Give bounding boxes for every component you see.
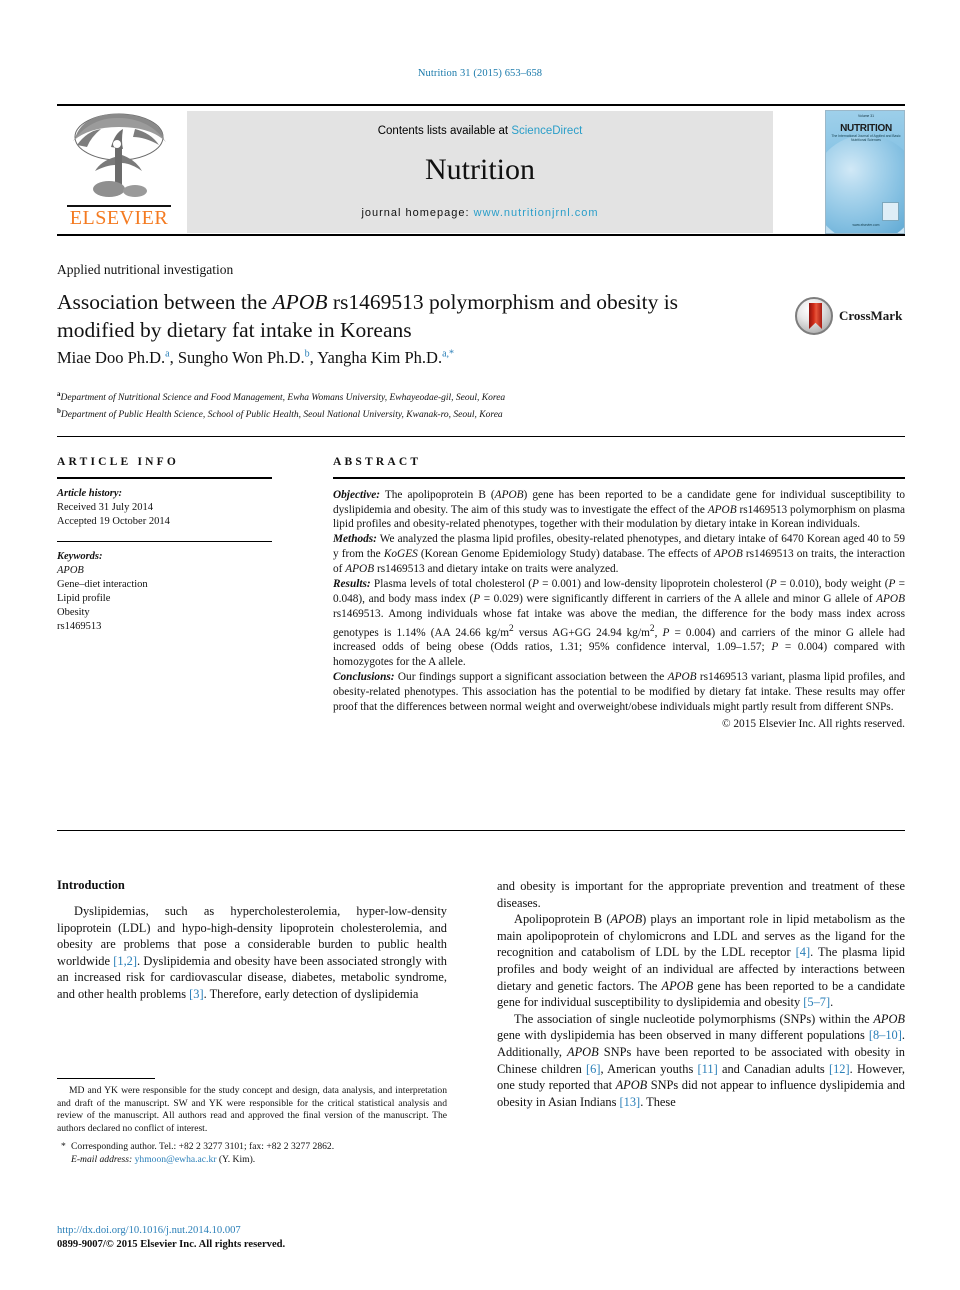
keywords-label: Keywords: xyxy=(57,550,103,562)
abstract-conclusions-label: Conclusions: xyxy=(333,671,395,684)
article-info-column: ARTICLE INFO Article history: Received 3… xyxy=(57,456,272,634)
article-accepted-date: Accepted 19 October 2014 xyxy=(57,515,170,527)
footnote-email-line: E-mail address: yhmoon@ewha.ac.kr (Y. Ki… xyxy=(57,1154,447,1167)
footnote-block: MD and YK were responsible for the study… xyxy=(57,1085,447,1167)
abstract-bottom-divider xyxy=(57,830,905,831)
author-1-name: Miae Doo Ph.D. xyxy=(57,348,166,367)
keyword-item: Lipid profile xyxy=(57,592,111,604)
intro-paragraph-4: The association of single nucleotide pol… xyxy=(497,1011,905,1109)
author-list: Miae Doo Ph.D.a, Sungho Won Ph.D.b, Yang… xyxy=(57,348,455,367)
running-head: Nutrition 31 (2015) 653–658 xyxy=(417,68,543,79)
keyword-item: APOB xyxy=(57,564,84,576)
contents-prefix: Contents lists available at xyxy=(377,125,509,137)
title-gene-name: APOB xyxy=(272,290,328,314)
affiliation-a-text: Department of Nutritional Science and Fo… xyxy=(60,393,506,404)
homepage-url-link[interactable]: www.nutritionjrnl.com xyxy=(474,207,599,219)
article-info-heading: ARTICLE INFO xyxy=(57,456,180,468)
email-label: E-mail address: xyxy=(71,1153,133,1165)
affiliation-list: aDepartment of Nutritional Science and F… xyxy=(57,388,697,422)
header-divider xyxy=(57,436,905,437)
elsevier-wordmark: ELSEVIER xyxy=(69,207,169,229)
introduction-heading: Introduction xyxy=(57,878,125,892)
abstract-rule xyxy=(333,477,905,479)
page-title: Association between the APOB rs1469513 p… xyxy=(57,288,697,344)
article-section-label: Applied nutritional investigation xyxy=(57,262,234,277)
doi-block: http://dx.doi.org/10.1016/j.nut.2014.10.… xyxy=(57,1224,285,1252)
email-link[interactable]: yhmoon@ewha.ac.kr xyxy=(135,1154,217,1165)
crossmark-circle-icon xyxy=(795,297,833,335)
crossmark-ribbon-icon xyxy=(809,303,822,329)
keyword-item: Gene–diet interaction xyxy=(57,578,148,590)
abstract-objective: Objective: The apolipoprotein B (APOB) g… xyxy=(333,488,905,533)
abstract-objective-label: Objective: xyxy=(333,488,381,501)
homepage-line: journal homepage: www.nutritionjrnl.com xyxy=(187,207,773,219)
asterisk-icon: * xyxy=(61,1141,66,1153)
elsevier-logo: ELSEVIER xyxy=(59,111,179,233)
masthead-panel: Contents lists available at ScienceDirec… xyxy=(187,111,773,233)
keyword-item: rs1469513 xyxy=(57,620,102,632)
affiliation-b-text: Department of Public Health Science, Sch… xyxy=(60,410,503,421)
sciencedirect-link[interactable]: ScienceDirect xyxy=(511,125,582,137)
email-owner: (Y. Kim). xyxy=(218,1153,256,1165)
cover-bottom-line: www.elsevier.com xyxy=(852,223,880,227)
body-column-left: Introduction Dyslipidemias, such as hype… xyxy=(57,878,447,1003)
article-title-block: Association between the APOB rs1469513 p… xyxy=(57,288,697,344)
title-part-1: Association between the xyxy=(57,290,273,314)
journal-title: Nutrition xyxy=(425,153,535,186)
issn-copyright-line: 0899-9007/© 2015 Elsevier Inc. All right… xyxy=(57,1239,286,1250)
article-info-separator xyxy=(57,540,272,542)
intro-paragraph-2-continued: and obesity is important for the appropr… xyxy=(497,879,905,910)
doi-link[interactable]: http://dx.doi.org/10.1016/j.nut.2014.10.… xyxy=(57,1224,285,1238)
abstract-conclusions-text: Our findings support a significant assoc… xyxy=(333,671,905,714)
crossmark-label: CrossMark xyxy=(839,308,903,323)
contents-line: Contents lists available at ScienceDirec… xyxy=(187,125,773,137)
crossmark-badge[interactable]: CrossMark xyxy=(795,297,911,337)
footnote-corresponding-text: Corresponding author. Tel.: +82 2 3277 3… xyxy=(71,1141,335,1153)
elsevier-tree-icon xyxy=(73,113,166,197)
affiliation-b: bDepartment of Public Health Science, Sc… xyxy=(57,405,697,422)
author-2-name: Sungho Won Ph.D. xyxy=(177,348,305,367)
abstract-body: Objective: The apolipoprotein B (APOB) g… xyxy=(333,488,905,732)
cover-subtitle: The International Journal of Applied and… xyxy=(831,134,901,142)
paper-page: Nutrition 31 (2015) 653–658 ELSEVIER Con… xyxy=(0,0,960,1290)
journal-cover-thumbnail: Volume 31 NUTRITION The International Jo… xyxy=(825,110,905,234)
article-history-group: Article history: Received 31 July 2014 A… xyxy=(57,487,272,529)
keyword-item: Obesity xyxy=(57,606,90,618)
journal-masthead: ELSEVIER Contents lists available at Sci… xyxy=(57,104,905,236)
affiliation-a: aDepartment of Nutritional Science and F… xyxy=(57,388,697,405)
author-3-name: Yangha Kim Ph.D. xyxy=(317,348,443,367)
abstract-copyright: © 2015 Elsevier Inc. All rights reserved… xyxy=(721,717,905,730)
intro-paragraph-1: Dyslipidemias, such as hypercholesterole… xyxy=(57,904,447,1001)
cover-volume-line: Volume 31 xyxy=(857,114,875,118)
homepage-prefix: journal homepage: xyxy=(361,207,470,219)
footnote-contributions: MD and YK were responsible for the study… xyxy=(57,1085,447,1134)
abstract-methods-text: We analyzed the plasma lipid profiles, o… xyxy=(333,533,905,576)
footnote-divider xyxy=(57,1078,155,1079)
abstract-results-label: Results: xyxy=(333,578,371,591)
abstract-results-text: Plasma levels of total cholesterol (P = … xyxy=(333,578,906,669)
article-history-label: Article history: xyxy=(57,487,123,499)
abstract-heading: ABSTRACT xyxy=(333,456,422,468)
intro-paragraph-3: Apolipoprotein B (APOB) plays an importa… xyxy=(497,912,906,1010)
cover-title: NUTRITION xyxy=(840,123,892,134)
author-1-affil-mark[interactable]: a xyxy=(165,349,169,360)
cover-publisher-mark-icon xyxy=(882,202,899,221)
body-column-right: and obesity is important for the appropr… xyxy=(497,878,905,1110)
abstract-results: Results: Plasma levels of total choleste… xyxy=(333,577,905,670)
footnote-corresponding-author: * Corresponding author. Tel.: +82 2 3277 … xyxy=(57,1141,447,1154)
author-3-affil-mark[interactable]: a,* xyxy=(442,349,454,360)
keywords-group: Keywords: APOB Gene–diet interaction Lip… xyxy=(57,550,272,634)
abstract-conclusions: Conclusions: Our findings support a sign… xyxy=(333,670,905,715)
article-info-rule xyxy=(57,477,272,479)
abstract-methods: Methods: We analyzed the plasma lipid pr… xyxy=(333,532,905,577)
abstract-column: ABSTRACT Objective: The apolipoprotein B… xyxy=(333,456,905,732)
abstract-methods-label: Methods: xyxy=(333,533,377,546)
article-received-date: Received 31 July 2014 xyxy=(57,501,153,513)
author-2-affil-mark[interactable]: b xyxy=(305,349,310,360)
abstract-objective-text: The apolipoprotein B (APOB) gene has bee… xyxy=(333,488,905,531)
